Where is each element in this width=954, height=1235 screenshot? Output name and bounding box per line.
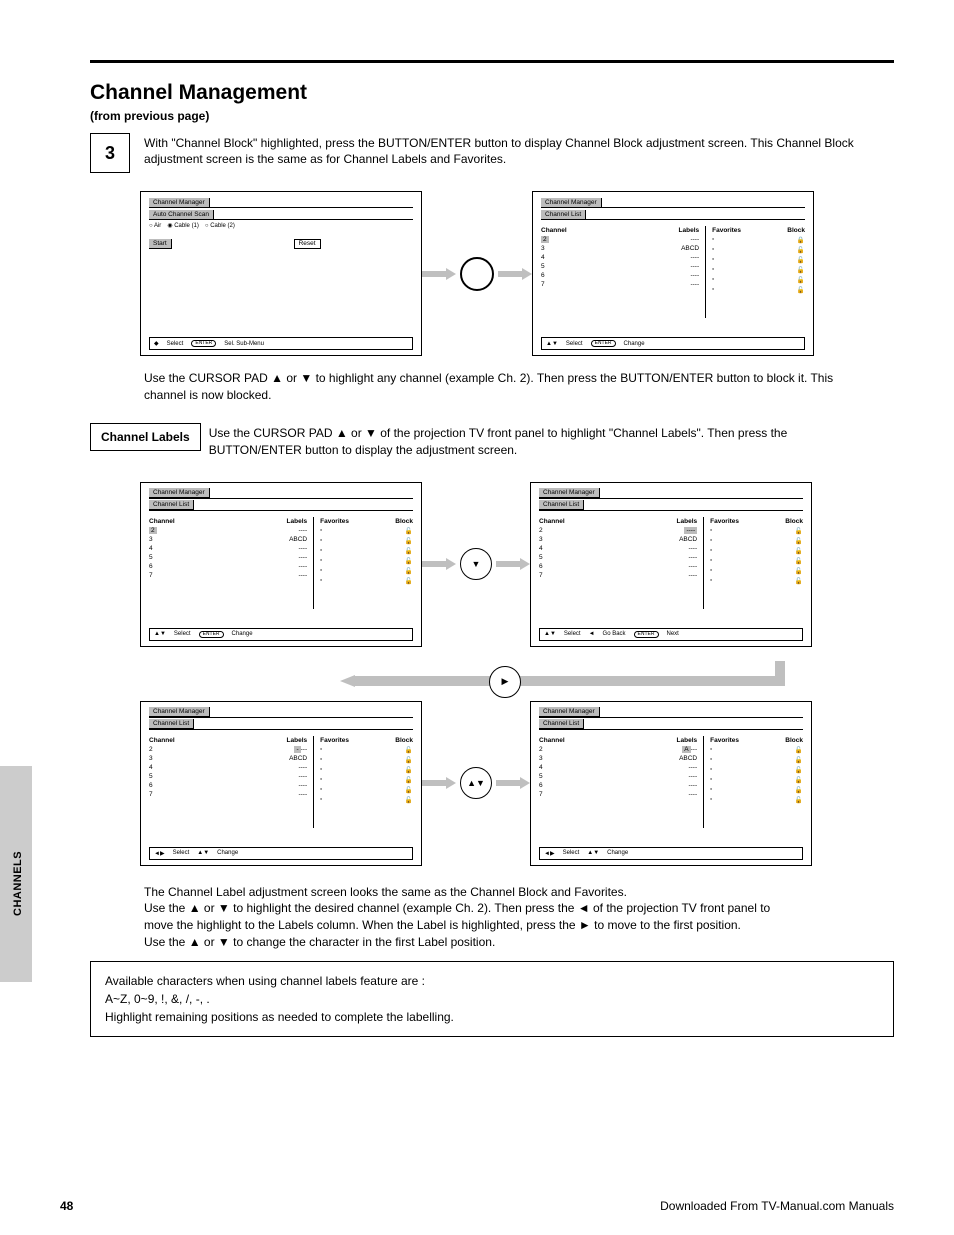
enter-button-icon	[460, 257, 494, 291]
arrow-right-icon	[422, 268, 456, 280]
screen-labels-d: Channel Manager Channel List ChannelLabe…	[530, 701, 812, 866]
step-3-text: With "Channel Block" highlighted, press …	[144, 133, 894, 167]
arrow-right-icon	[496, 777, 530, 789]
arrow-right-icon	[422, 558, 456, 570]
step-number-3: 3	[90, 133, 130, 173]
bottom-hint: The Channel Label adjustment screen look…	[144, 884, 884, 951]
character-set-box: Available characters when using channel …	[90, 961, 894, 1037]
page-subtitle: (from previous page)	[90, 109, 894, 123]
arrow-right-icon	[422, 777, 456, 789]
cursor-right-icon: ▶	[489, 666, 521, 698]
screen-channel-manager-setup: Channel Manager Auto Channel Scan ○ Air …	[140, 191, 422, 356]
screen-labels-b: Channel Manager Channel List ChannelLabe…	[530, 482, 812, 647]
arrow-right-icon	[496, 558, 530, 570]
page-number: 48	[60, 1199, 73, 1213]
channel-labels-text: Use the CURSOR PAD ▲ or ▼ of the project…	[209, 423, 789, 460]
page-title: Channel Management	[90, 81, 894, 105]
cursor-down-icon: ▼	[460, 548, 492, 580]
source-footer: Downloaded From TV-Manual.com Manuals	[660, 1199, 894, 1213]
cursor-up-down-icon: ▲▼	[460, 767, 492, 799]
screen-labels-a: Channel Manager Channel List ChannelLabe…	[140, 482, 422, 647]
channel-labels-heading: Channel Labels	[90, 423, 201, 451]
screen-channel-list: Channel Manager Channel List ChannelLabe…	[532, 191, 814, 356]
arrow-right-icon	[498, 268, 532, 280]
screen-labels-c: Channel Manager Channel List ChannelLabe…	[140, 701, 422, 866]
after-step3-text: Use the CURSOR PAD ▲ or ▼ to highlight a…	[144, 370, 864, 405]
side-tab: CHANNELS	[0, 766, 32, 982]
